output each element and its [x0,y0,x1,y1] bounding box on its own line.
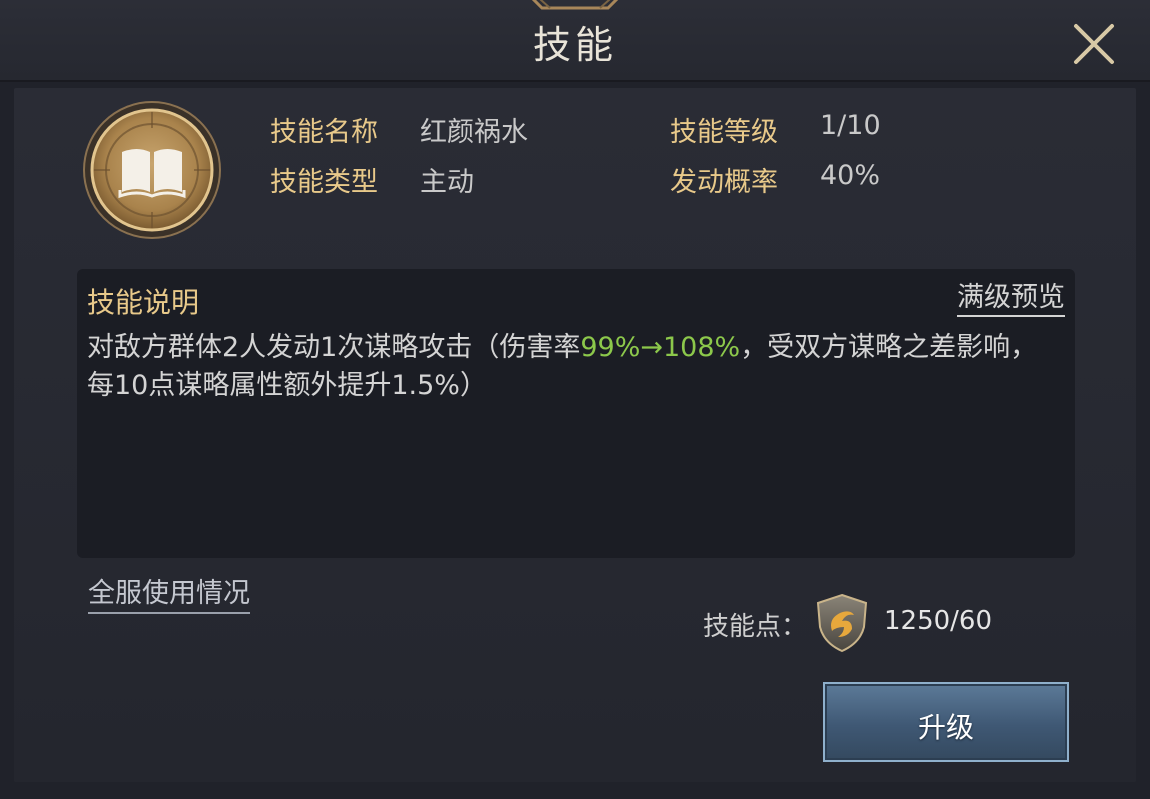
book-icon [83,101,221,239]
title-bar: 技能 [0,0,1150,82]
title-ornament [531,0,619,10]
max-level-preview-link[interactable]: 满级预览 [957,281,1065,317]
description-text-part1: 对敌方群体2人发动1次谋略攻击（伤害率 [87,332,581,363]
server-usage-link[interactable]: 全服使用情况 [88,576,250,614]
skill-name-label: 技能名称 [270,117,378,148]
upgrade-button-label: 升级 [917,711,974,744]
trigger-rate-label: 发动概率 [670,167,778,198]
upgrade-button[interactable]: 升级 [823,682,1069,762]
close-icon [1074,24,1114,64]
skill-level-value: 1/10 [820,110,881,141]
description-title: 技能说明 [87,286,200,319]
skill-level-label: 技能等级 [670,117,778,148]
skill-type-value: 主动 [420,167,474,198]
skill-points-label: 技能点： [703,612,808,642]
window-title: 技能 [532,23,617,67]
description-text: 对敌方群体2人发动1次谋略攻击（伤害率99%→108%，受双方谋略之差影响，每1… [87,329,1062,405]
skill-point-shield-icon [814,593,870,653]
skill-icon [82,100,222,240]
skill-name-value: 红颜祸水 [420,117,528,148]
description-box: 技能说明 满级预览 对敌方群体2人发动1次谋略攻击（伤害率99%→108%，受双… [77,269,1075,558]
skill-points-value: 1250/60 [884,606,993,636]
damage-rate-highlight: 99%→108% [580,332,741,363]
skill-window: 技能 技能名称 红颜祸水 技能类型 主动 技能等级 1/10 发动概率 40% … [0,0,1150,799]
skill-type-label: 技能类型 [270,167,378,198]
close-button[interactable] [1068,18,1120,70]
trigger-rate-value: 40% [820,160,881,191]
